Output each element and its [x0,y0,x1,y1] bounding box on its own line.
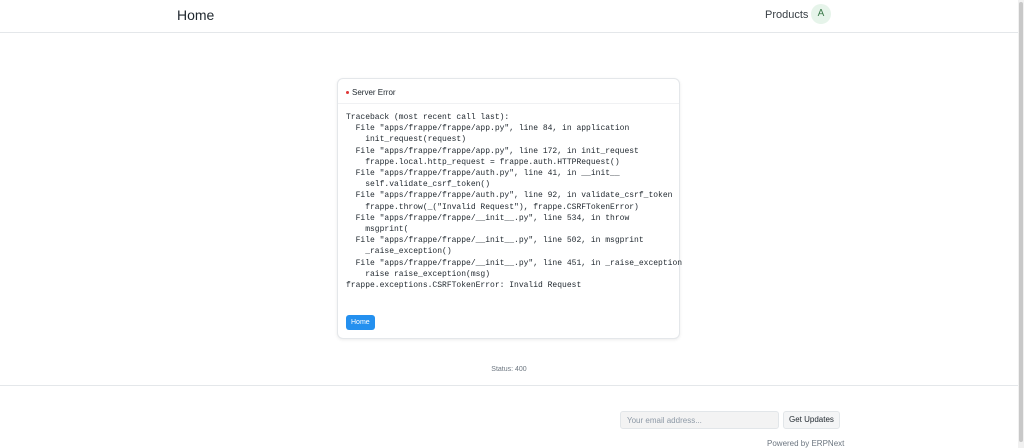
footer-divider [0,385,1018,386]
error-card: Server Error Traceback (most recent call… [337,78,683,339]
email-field[interactable] [620,411,779,429]
status-text: Status: 400 [491,366,527,373]
get-updates-button[interactable]: Get Updates [783,411,840,429]
scrollbar-thumb[interactable] [1019,2,1023,442]
avatar[interactable]: A [811,4,831,24]
card-title: Server Error [352,88,396,97]
brand-home-link[interactable]: Home [177,7,214,23]
powered-by-text: Powered by ERPNext [767,439,845,448]
home-button[interactable]: Home [346,315,375,330]
traceback-text: Traceback (most recent call last): File … [346,113,683,291]
navbar: Home Products A [0,0,1018,33]
page-scrollbar[interactable] [1018,0,1024,448]
card-header: Server Error [338,79,679,104]
nav-products-link[interactable]: Products [765,9,808,21]
error-indicator-icon [346,91,349,94]
